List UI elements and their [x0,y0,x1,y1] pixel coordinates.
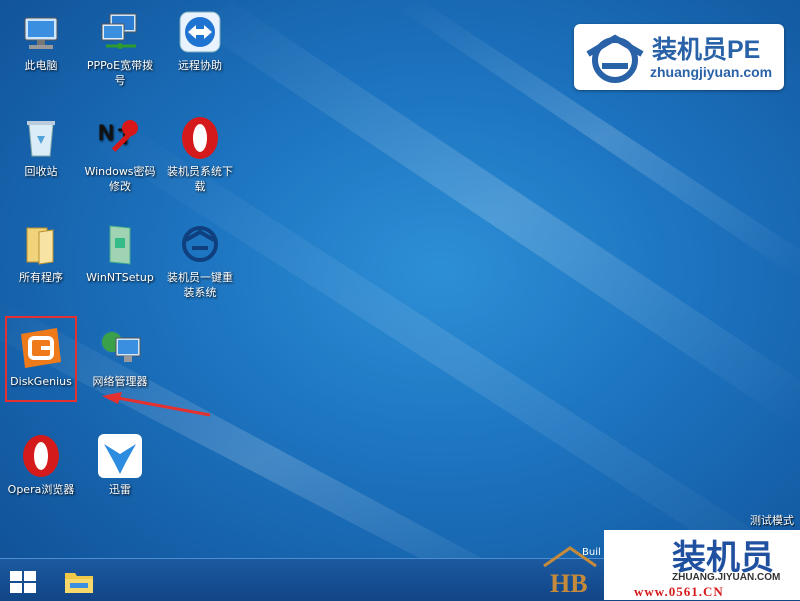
network-connection-icon [96,8,144,56]
desktop-icon-recycle-bin[interactable]: 回收站 [2,114,80,179]
icon-label: Opera浏览器 [7,483,75,496]
svg-text:HB: HB [550,569,588,598]
icon-label: 网络管理器 [92,375,148,388]
build-watermark-text: Buil [582,547,601,558]
teamviewer-icon [176,8,224,56]
icon-label: WinNTSetup [86,271,154,284]
desktop-icon-winntsetup[interactable]: WinNTSetup [81,220,159,285]
nt-key-icon: NT [96,114,144,162]
desktop-icon-windows-password[interactable]: NT Windows密码修改 [81,114,159,194]
desktop-icon-remote-assist[interactable]: 远程协助 [161,8,239,73]
zhuangjiyuan-mark-icon [586,34,644,83]
watermark-url: ZHUANG.JIYUAN.COM [672,572,781,583]
svg-text:N: N [98,120,114,145]
xunlei-bird-icon [96,432,144,480]
windows-start-icon[interactable] [10,571,36,593]
watermark-site: www.0561.CN [634,584,724,599]
wallpaper-streaks [0,0,800,600]
icon-label: 此电脑 [24,59,58,72]
desktop-icon-pppoe[interactable]: PPPoE宽带拨号 [81,8,159,88]
icon-label: Windows密码修改 [84,165,156,193]
logo-title: 装机员PE [652,36,761,64]
desktop-icon-one-click-reinstall[interactable]: 装机员一键重装系统 [161,220,239,300]
site-watermark-banner: 装机员 ZHUANG.JIYUAN.COM www.0561.CN [604,530,800,600]
icon-label: 装机员一键重装系统 [167,271,233,299]
winntsetup-icon [96,220,144,268]
zhuangjiyuan-logo-icon [176,220,224,268]
opera-icon [17,432,65,480]
computer-icon [17,8,65,56]
test-mode-label: 测试模式 [750,514,794,527]
desktop-icon-network-manager[interactable]: 网络管理器 [81,324,159,389]
icon-label: 回收站 [24,165,58,178]
icon-label: 装机员系统下载 [167,165,233,193]
diskgenius-icon [17,324,65,372]
folder-icon [17,220,65,268]
opera-icon [176,114,224,162]
logo-url: zhuangjiyuan.com [650,64,773,80]
file-explorer-icon[interactable] [64,567,94,595]
icon-label: DiskGenius [10,375,72,388]
desktop-icon-this-pc[interactable]: 此电脑 [2,8,80,73]
icon-label: 迅雷 [109,483,131,496]
icon-label: 远程协助 [178,59,222,72]
desktop-icon-diskgenius[interactable]: DiskGenius [2,324,80,389]
desktop-icon-xunlei[interactable]: 迅雷 [81,432,159,497]
zhuangjiyuan-pe-logo: 装机员PE zhuangjiyuan.com [574,24,784,90]
desktop-icon-zhuangjiyuan-download[interactable]: 装机员系统下载 [161,114,239,194]
network-manager-icon [96,324,144,372]
recycle-bin-icon [17,114,65,162]
red-arrow [102,392,211,417]
icon-label: 所有程序 [19,271,63,284]
icon-label: PPPoE宽带拨号 [86,59,154,87]
desktop-icon-opera-browser[interactable]: Opera浏览器 [2,432,80,497]
desktop-icon-all-programs[interactable]: 所有程序 [2,220,80,285]
